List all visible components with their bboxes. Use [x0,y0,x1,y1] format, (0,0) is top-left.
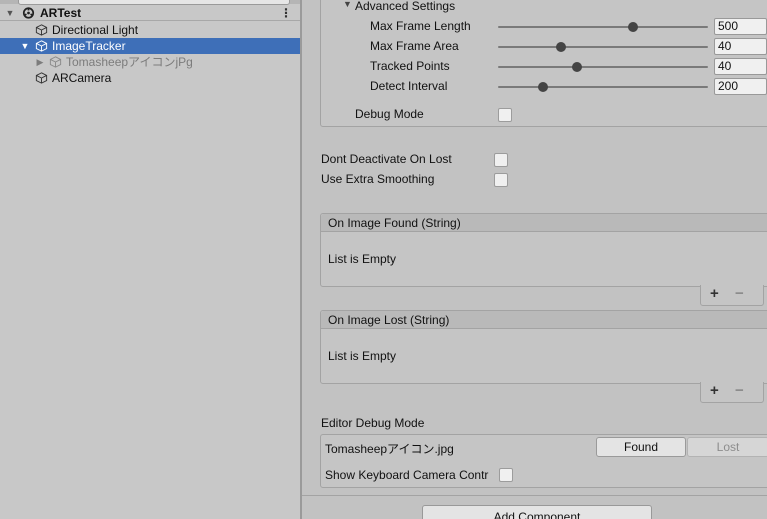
on-image-lost-header: On Image Lost (String) [321,311,767,329]
slider-thumb[interactable] [571,62,582,72]
hierarchy-item-directional-light[interactable]: Directional Light [0,22,300,38]
add-component-button[interactable]: Add Component [422,505,652,519]
gameobject-cube-icon [35,72,48,84]
scene-row[interactable]: ▼ ARTest ⋮ [0,5,300,21]
remove-listener-icon[interactable]: − [735,382,744,400]
slider-label: Tracked Points [370,59,450,73]
hierarchy-item-label: TomasheepアイコンjPg [66,55,193,69]
editor-debug-target-name: Tomasheepアイコン.jpg [325,442,454,456]
add-listener-icon[interactable]: + [710,382,719,400]
lost-button[interactable]: Lost [687,437,767,457]
extra-smoothing-label: Use Extra Smoothing [321,172,435,186]
scene-fold-arrow-icon[interactable]: ▼ [5,5,15,21]
tracked-points-field[interactable]: 40 [714,58,767,75]
hierarchy-panel: ▼ ARTest ⋮ Directional Light ▼ ImageTrac… [0,0,300,519]
hierarchy-item-label: ImageTracker [52,39,126,53]
found-button[interactable]: Found [596,437,686,457]
hierarchy-search-strip [0,0,300,5]
show-keyboard-camera-checkbox[interactable] [499,468,513,482]
max-frame-length-field[interactable]: 500 [714,18,767,35]
dont-deactivate-label: Dont Deactivate On Lost [321,152,452,166]
on-image-lost-list-footer: + − [700,382,764,403]
advanced-settings-fold-icon[interactable]: ▼ [343,0,352,9]
hierarchy-divider [0,20,300,21]
advanced-settings-title[interactable]: Advanced Settings [355,0,455,13]
hierarchy-item-label: Directional Light [52,23,139,37]
extra-smoothing-checkbox[interactable] [494,173,508,187]
on-image-lost-empty-text: List is Empty [328,349,397,363]
on-image-found-empty-text: List is Empty [328,252,397,266]
hierarchy-item-imagetracker[interactable]: ▼ ImageTracker [0,38,300,54]
slider-track[interactable] [498,86,708,88]
gameobject-cube-icon [35,40,48,52]
slider-track[interactable] [498,26,708,28]
slider-label: Max Frame Length [370,19,471,33]
slider-label: Max Frame Area [370,39,459,53]
gameobject-cube-icon [35,24,48,36]
debug-mode-checkbox[interactable] [498,108,512,122]
on-image-found-header: On Image Found (String) [321,214,767,232]
add-listener-icon[interactable]: + [710,285,719,303]
slider-track[interactable] [498,66,708,68]
max-frame-area-field[interactable]: 40 [714,38,767,55]
slider-label: Detect Interval [370,79,448,93]
hierarchy-item-arcamera[interactable]: ARCamera [0,70,300,86]
on-image-found-list-footer: + − [700,285,764,306]
debug-mode-label: Debug Mode [355,107,424,121]
inspector-panel: ▼ Advanced Settings Max Frame Length 500… [302,0,767,519]
hierarchy-item-label: ARCamera [52,71,112,85]
show-keyboard-camera-label: Show Keyboard Camera Contr [325,468,489,482]
slider-track[interactable] [498,46,708,48]
imagetracker-fold-arrow-icon[interactable]: ▼ [20,38,30,54]
dont-deactivate-checkbox[interactable] [494,153,508,167]
editor-debug-title: Editor Debug Mode [321,416,425,430]
scene-menu-icon[interactable]: ⋮ [280,5,292,21]
tomasheep-fold-arrow-icon[interactable]: ▶ [35,54,45,70]
scene-name: ARTest [40,6,82,20]
detect-interval-field[interactable]: 200 [714,78,767,95]
component-divider [302,495,767,496]
remove-listener-icon[interactable]: − [735,285,744,303]
slider-thumb[interactable] [556,42,566,52]
unity-scene-icon [22,7,35,19]
gameobject-cube-icon [49,56,62,68]
hierarchy-item-tomasheep[interactable]: ▶ TomasheepアイコンjPg [0,54,300,70]
